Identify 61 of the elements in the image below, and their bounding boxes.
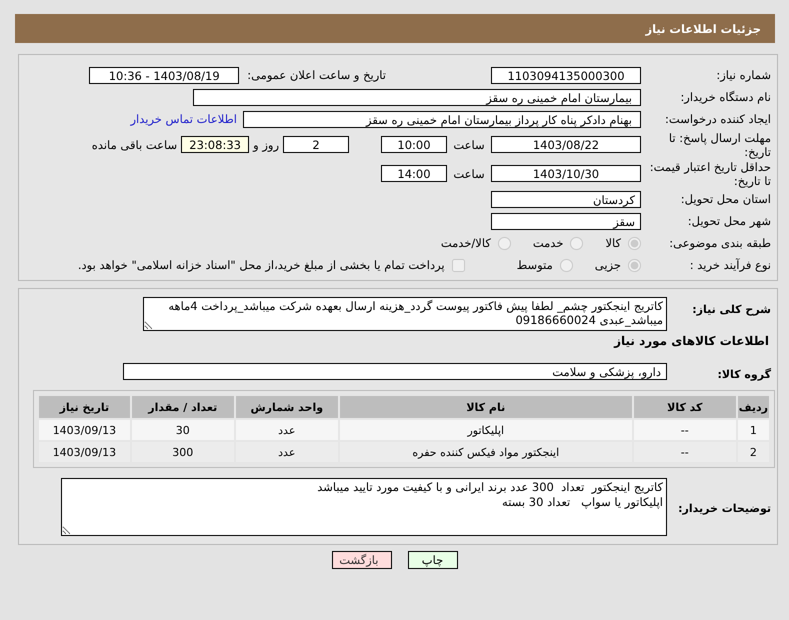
action-button[interactable]: چاپ: [408, 551, 458, 569]
time-label: ساعت: [452, 138, 486, 152]
field-label: نام دستگاه خریدار:: [679, 90, 772, 104]
column-header: تاریخ نیاز: [39, 396, 130, 418]
date-field: 1403/10/30: [491, 165, 641, 182]
field-label: گروه کالا:: [716, 366, 772, 380]
page-title: جزئیات اطلاعات نیاز: [645, 22, 761, 36]
field-label: حداقل تاریخ اعتبار قیمت: تا تاریخ:: [648, 160, 772, 188]
announce-date-field: 1403/08/19 - 10:36: [89, 66, 240, 84]
remaining-time-field: 23:08:33: [181, 136, 250, 153]
buyer-org-field: بیمارستان امام خمینی ره سقز: [193, 88, 641, 106]
table-cell: 2: [738, 442, 769, 462]
action-button[interactable]: بازگشت: [332, 551, 392, 569]
table-cell: عدد: [236, 420, 338, 440]
field-label: مهلت ارسال پاسخ: تا تاریخ:: [668, 130, 772, 158]
time-field: 14:00: [381, 165, 447, 182]
field-label: شرح کلی نیاز:: [691, 302, 772, 316]
table-cell: --: [634, 442, 736, 462]
field-label: استان محل تحویل:: [680, 192, 772, 206]
radio-label: جزیی: [594, 258, 621, 272]
time-label: ساعت: [452, 166, 486, 180]
field-label: طبقه بندی موضوعی:: [668, 236, 772, 250]
column-header: ردیف: [738, 396, 769, 418]
field-label: ایجاد کننده درخواست:: [664, 112, 772, 126]
column-header: نام کالا: [340, 396, 632, 418]
radio-label: کالا: [605, 236, 621, 250]
description-field[interactable]: کاتریج اینجکتور چشم_ لطفا پیش فاکتور پیوست گردد_هزینه ارسال بعهده شرکت میباشد_پرداخت 4ماهه میباشد_عبدی 09186660024: [143, 297, 667, 331]
field-label: شهر محل تحویل:: [686, 214, 772, 228]
days-field: 2: [283, 136, 349, 153]
table-cell: 1403/09/13: [39, 442, 130, 462]
column-header: تعداد / مقدار: [132, 396, 234, 418]
column-header: واحد شمارش: [236, 396, 338, 418]
checkbox-label: پرداخت تمام یا بخشی از مبلغ خرید،از محل "اسناد خزانه اسلامی" خواهد بود.: [78, 258, 445, 272]
buyer-contact-link[interactable]: اطلاعات تماس خریدار: [130, 112, 237, 126]
need-number-field: 1103094135000300: [491, 66, 641, 84]
table-cell: عدد: [236, 442, 338, 462]
field-label: شماره نیاز:: [715, 68, 772, 82]
radio-label: خدمت: [532, 236, 564, 250]
remaining-label: ساعت باقی مانده: [92, 138, 178, 152]
city-field: سقز: [491, 212, 641, 230]
radio-label: متوسط: [516, 258, 553, 272]
table-cell: 30: [132, 420, 234, 440]
section-heading: اطلاعات کالاهای مورد نیاز: [612, 334, 770, 348]
goods-group-field: دارو، پزشکی و سلامت: [123, 362, 667, 380]
table-cell: 1: [738, 420, 769, 440]
table-cell: اینجکتور مواد فیکس کننده حفره: [340, 442, 632, 462]
requester-field: بهنام دادکر پناه کار پرداز بیمارستان امام خمینی ره سقز: [243, 110, 641, 128]
field-label: نوع فرآیند خرید :: [688, 258, 772, 272]
date-field: 1403/08/22: [491, 136, 641, 153]
table-cell: 1403/09/13: [39, 420, 130, 440]
column-header: کد کالا: [634, 396, 736, 418]
province-field: کردستان: [491, 190, 641, 208]
table-cell: اپلیکاتور: [340, 420, 632, 440]
radio-label: کالا/خدمت: [440, 236, 491, 250]
table-cell: --: [634, 420, 736, 440]
field-label: تاریخ و ساعت اعلان عمومی:: [247, 68, 386, 82]
days-label: روز و: [253, 138, 279, 152]
time-field: 10:00: [381, 136, 447, 153]
field-label: توضیحات خریدار:: [677, 501, 772, 515]
table-cell: 300: [132, 442, 234, 462]
buyer-notes-field[interactable]: کاتریج اینجکتور تعداد 300 عدد برند ایرانی و با کیفیت مورد تایید میباشد اپلیکاتور یا سواپ تعداد 30 بسته: [61, 478, 667, 536]
